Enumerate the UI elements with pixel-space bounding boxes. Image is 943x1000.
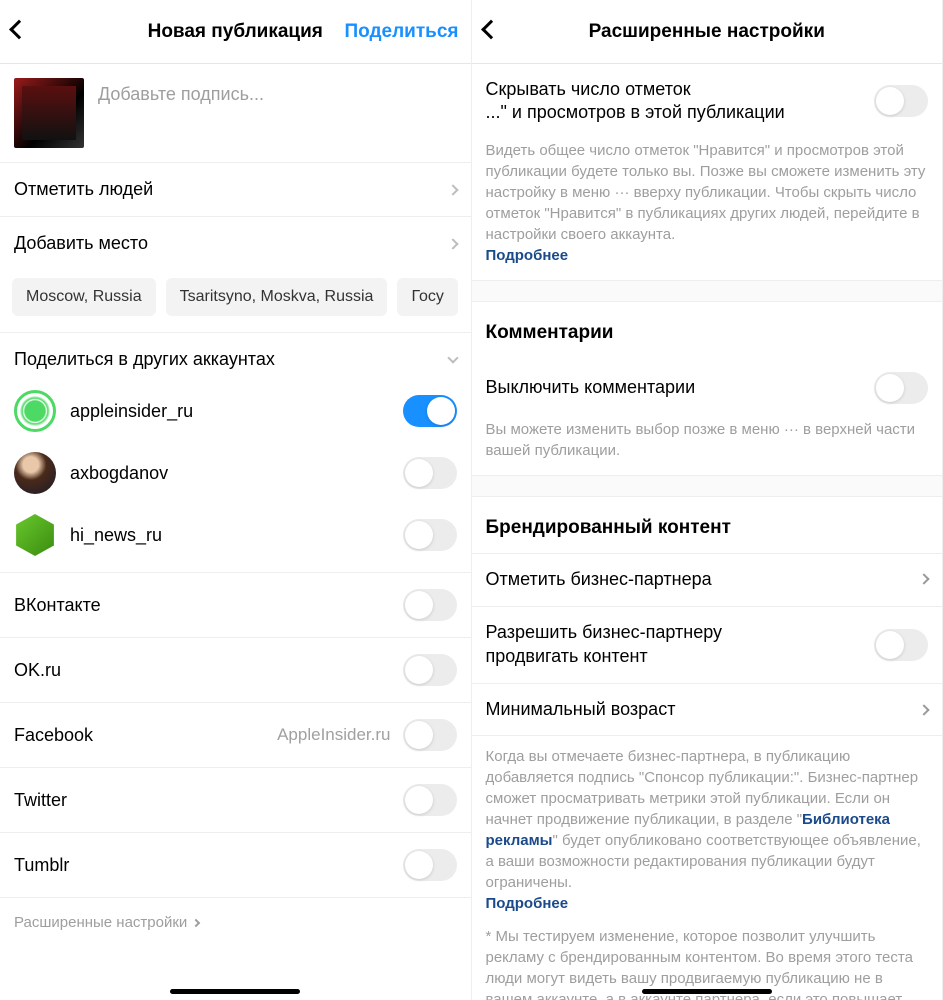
post-thumbnail[interactable]: [14, 78, 84, 148]
social-sub: AppleInsider.ru: [277, 725, 390, 745]
comments-section-title: Комментарии: [472, 302, 943, 358]
advanced-settings-screen: Расширенные настройки Скрывать число отм…: [472, 0, 943, 1000]
avatar: [14, 514, 56, 556]
disable-comments-row: Выключить комментарии: [472, 358, 943, 419]
location-chip[interactable]: Tsaritsyno, Moskva, Russia: [166, 278, 388, 316]
branded-help: Когда вы отмечаете бизнес-партнера, в пу…: [472, 736, 943, 914]
chevron-right-icon: [447, 184, 458, 195]
testing-note: * Мы тестируем изменение, которое позвол…: [472, 914, 943, 1000]
social-toggle[interactable]: [403, 654, 457, 686]
social-row-twitter: Twitter: [0, 767, 471, 832]
hide-likes-label: Скрывать число отметок ..." и просмотров…: [486, 78, 785, 125]
chevron-right-icon: [918, 574, 929, 585]
content-scroll[interactable]: Скрывать число отметок ..." и просмотров…: [472, 64, 943, 1000]
chevron-right-icon: [192, 918, 200, 926]
account-row: axbogdanov: [0, 442, 471, 504]
home-indicator[interactable]: [170, 989, 300, 994]
tag-people-label: Отметить людей: [14, 179, 153, 200]
section-gap: [472, 475, 943, 497]
social-label: Tumblr: [14, 855, 69, 876]
social-label: ВКонтакте: [14, 595, 101, 616]
advanced-settings-link[interactable]: Расширенные настройки: [0, 897, 471, 947]
location-chip[interactable]: Moscow, Russia: [12, 278, 156, 316]
account-row: appleinsider_ru: [0, 380, 471, 442]
add-location-label: Добавить место: [14, 233, 148, 254]
share-other-accounts-header[interactable]: Поделиться в других аккаунтах: [0, 332, 471, 380]
disable-comments-toggle[interactable]: [874, 372, 928, 404]
section-gap: [472, 280, 943, 302]
advanced-settings-label: Расширенные настройки: [14, 914, 187, 931]
back-button[interactable]: [484, 22, 498, 41]
chevron-left-icon: [481, 19, 501, 39]
account-toggle[interactable]: [403, 457, 457, 489]
social-row-ok: OK.ru: [0, 637, 471, 702]
learn-more-link[interactable]: Подробнее: [486, 247, 569, 264]
allow-promote-toggle[interactable]: [874, 629, 928, 661]
content-scroll[interactable]: Добавьте подпись... Отметить людей Добав…: [0, 64, 471, 1000]
location-chips: Moscow, Russia Tsaritsyno, Moskva, Russi…: [0, 270, 471, 332]
min-age-row[interactable]: Минимальный возраст: [472, 683, 943, 736]
social-label: Twitter: [14, 790, 67, 811]
header: Расширенные настройки: [472, 0, 943, 64]
social-toggle[interactable]: [403, 719, 457, 751]
social-toggle[interactable]: [403, 589, 457, 621]
back-button[interactable]: [12, 22, 26, 41]
social-toggle[interactable]: [403, 849, 457, 881]
branded-section-title: Брендированный контент: [472, 497, 943, 553]
chevron-left-icon: [9, 19, 29, 39]
add-location-row[interactable]: Добавить место: [0, 216, 471, 270]
caption-input[interactable]: Добавьте подпись...: [98, 78, 264, 105]
header: Новая публикация Поделиться: [0, 0, 471, 64]
page-title: Расширенные настройки: [589, 21, 825, 43]
account-toggle[interactable]: [403, 519, 457, 551]
social-label: Facebook: [14, 725, 93, 746]
chevron-down-icon: [447, 352, 458, 363]
chevron-right-icon: [918, 704, 929, 715]
hide-likes-row: Скрывать число отметок ..." и просмотров…: [472, 64, 943, 140]
account-name: appleinsider_ru: [70, 401, 389, 422]
social-row-facebook: Facebook AppleInsider.ru: [0, 702, 471, 767]
min-age-label: Минимальный возраст: [486, 698, 676, 721]
share-button[interactable]: Поделиться: [344, 21, 458, 43]
hide-likes-toggle[interactable]: [874, 85, 928, 117]
account-name: hi_news_ru: [70, 525, 389, 546]
disable-comments-label: Выключить комментарии: [486, 376, 696, 399]
share-other-accounts-label: Поделиться в других аккаунтах: [14, 349, 275, 370]
account-toggle[interactable]: [403, 395, 457, 427]
new-post-screen: Новая публикация Поделиться Добавьте под…: [0, 0, 472, 1000]
learn-more-link[interactable]: Подробнее: [486, 895, 569, 912]
account-row: hi_news_ru: [0, 504, 471, 572]
page-title: Новая публикация: [148, 21, 323, 43]
disable-comments-help: Вы можете изменить выбор позже в меню ··…: [472, 419, 943, 475]
location-chip[interactable]: Госу: [397, 278, 458, 316]
home-indicator[interactable]: [642, 989, 772, 994]
tag-partner-label: Отметить бизнес-партнера: [486, 568, 712, 591]
allow-promote-row: Разрешить бизнес-партнеру продвигать кон…: [472, 606, 943, 683]
hide-likes-help: Видеть общее число отметок "Нравится" и …: [472, 140, 943, 280]
avatar: [14, 390, 56, 432]
social-toggle[interactable]: [403, 784, 457, 816]
social-row-tumblr: Tumblr: [0, 832, 471, 897]
account-name: axbogdanov: [70, 463, 389, 484]
tag-partner-row[interactable]: Отметить бизнес-партнера: [472, 553, 943, 606]
social-label: OK.ru: [14, 660, 61, 681]
tag-people-row[interactable]: Отметить людей: [0, 162, 471, 216]
avatar: [14, 452, 56, 494]
caption-row: Добавьте подпись...: [0, 64, 471, 162]
chevron-right-icon: [447, 238, 458, 249]
allow-promote-label: Разрешить бизнес-партнеру продвигать кон…: [486, 621, 723, 668]
social-row-vk: ВКонтакте: [0, 572, 471, 637]
